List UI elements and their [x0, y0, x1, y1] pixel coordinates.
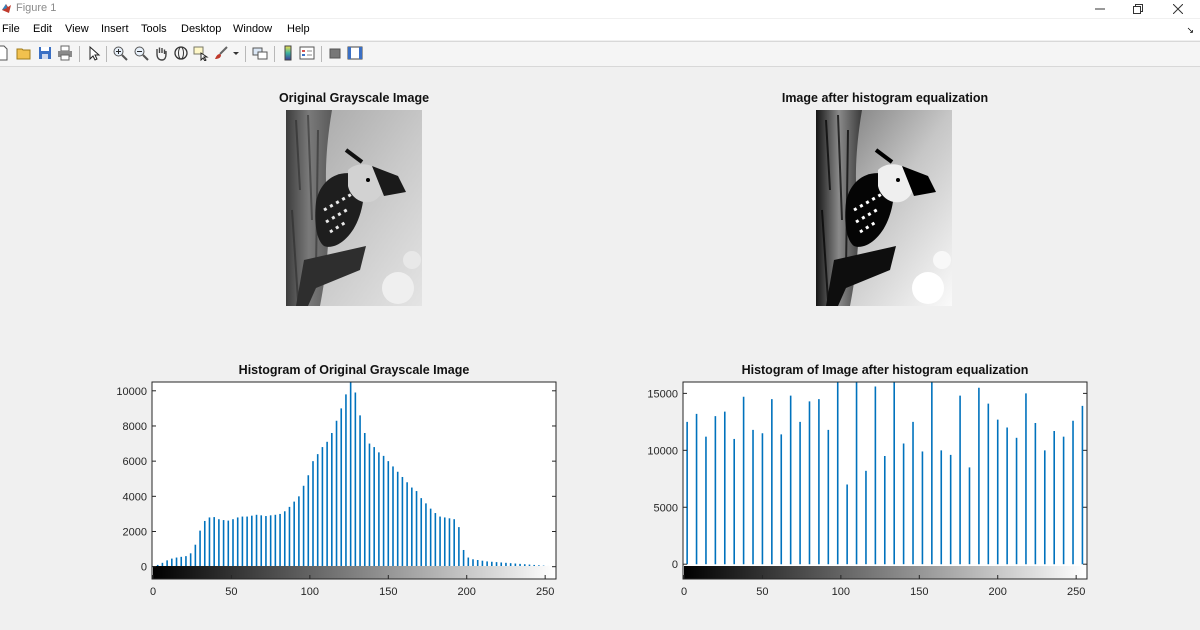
gray-colorbar: [684, 566, 1086, 579]
minimize-button[interactable]: [1080, 0, 1120, 18]
x-tick-label: 0: [150, 586, 156, 598]
x-tick-label: 150: [379, 586, 397, 598]
menu-file[interactable]: File: [2, 23, 20, 35]
menu-insert[interactable]: Insert: [101, 23, 129, 35]
close-icon: [1172, 3, 1184, 15]
menu-view[interactable]: View: [65, 23, 89, 35]
gray-colorbar: [153, 566, 555, 579]
toolbar-separator: [321, 46, 322, 62]
figure-toolbar: [0, 41, 1200, 67]
y-tick-label: 8000: [123, 421, 147, 433]
toolbar-separator: [274, 46, 275, 62]
histogram-equalized-plot: 0 5000 10000 15000 0 50 100 150 200 250: [647, 381, 1088, 598]
x-tick-label: 200: [989, 586, 1007, 598]
save-icon[interactable]: [37, 45, 53, 61]
y-tick-label: 10000: [116, 386, 147, 398]
hide-plot-tools-icon[interactable]: [327, 45, 343, 61]
zoom-in-icon[interactable]: [112, 45, 128, 61]
print-icon[interactable]: [57, 45, 73, 61]
original-grayscale-image: [286, 110, 422, 306]
y-tick-label: 10000: [647, 445, 678, 457]
y-tick-label: 2000: [123, 527, 147, 539]
zoom-out-icon[interactable]: [133, 45, 149, 61]
new-figure-icon[interactable]: [0, 45, 10, 61]
y-tick-label: 0: [141, 562, 147, 574]
restore-icon: [1133, 4, 1143, 14]
minimize-icon: [1095, 8, 1105, 10]
toolbar-separator: [79, 46, 80, 62]
x-tick-label: 0: [681, 586, 687, 598]
y-tick-label: 0: [672, 559, 678, 571]
restore-button[interactable]: [1118, 0, 1158, 18]
y-tick-label: 4000: [123, 491, 147, 503]
insert-legend-icon[interactable]: [299, 45, 315, 61]
insert-colorbar-icon[interactable]: [280, 45, 296, 61]
equalized-image: [816, 110, 952, 306]
show-plot-tools-icon[interactable]: [347, 45, 363, 61]
toolbar-separator: [106, 46, 107, 62]
x-tick-label: 150: [910, 586, 928, 598]
menu-dock-arrow-icon[interactable]: ↘: [1186, 25, 1194, 36]
open-file-icon[interactable]: [16, 45, 32, 61]
equalized-image-title: Image after histogram equalization: [781, 91, 989, 105]
toolbar-separator: [245, 46, 246, 62]
x-tick-label: 100: [832, 586, 850, 598]
select-arrow-icon[interactable]: [86, 45, 102, 61]
histogram-original-plot: 0 2000 4000 6000 8000 10000 0 50 100 150 200 250: [116, 381, 557, 598]
y-tick-label: 15000: [647, 388, 678, 400]
y-tick-label: 5000: [654, 502, 678, 514]
x-tick-label: 100: [301, 586, 319, 598]
menu-edit[interactable]: Edit: [33, 23, 52, 35]
brush-dropdown-icon[interactable]: [232, 45, 240, 61]
window-title: Figure 1: [16, 2, 57, 14]
brush-icon[interactable]: [213, 45, 229, 61]
close-button[interactable]: [1158, 0, 1198, 18]
menu-desktop[interactable]: Desktop: [181, 23, 221, 35]
menu-window[interactable]: Window: [233, 23, 272, 35]
menu-tools[interactable]: Tools: [141, 23, 167, 35]
x-tick-label: 250: [536, 586, 554, 598]
x-tick-label: 50: [225, 586, 237, 598]
menu-help[interactable]: Help: [287, 23, 310, 35]
window-titlebar: Figure 1: [0, 0, 1200, 18]
menu-bar: File Edit View Insert Tools Desktop Wind…: [0, 19, 1200, 40]
rotate-3d-icon[interactable]: [173, 45, 189, 61]
pan-hand-icon[interactable]: [153, 45, 169, 61]
original-image-title: Original Grayscale Image: [278, 91, 430, 105]
data-cursor-icon[interactable]: [193, 45, 209, 61]
matlab-app-icon: [2, 4, 11, 13]
x-tick-label: 50: [756, 586, 768, 598]
y-tick-label: 6000: [123, 456, 147, 468]
plot-area: [152, 382, 556, 579]
link-plot-icon[interactable]: [252, 45, 268, 61]
x-tick-label: 250: [1067, 586, 1085, 598]
x-tick-label: 200: [458, 586, 476, 598]
